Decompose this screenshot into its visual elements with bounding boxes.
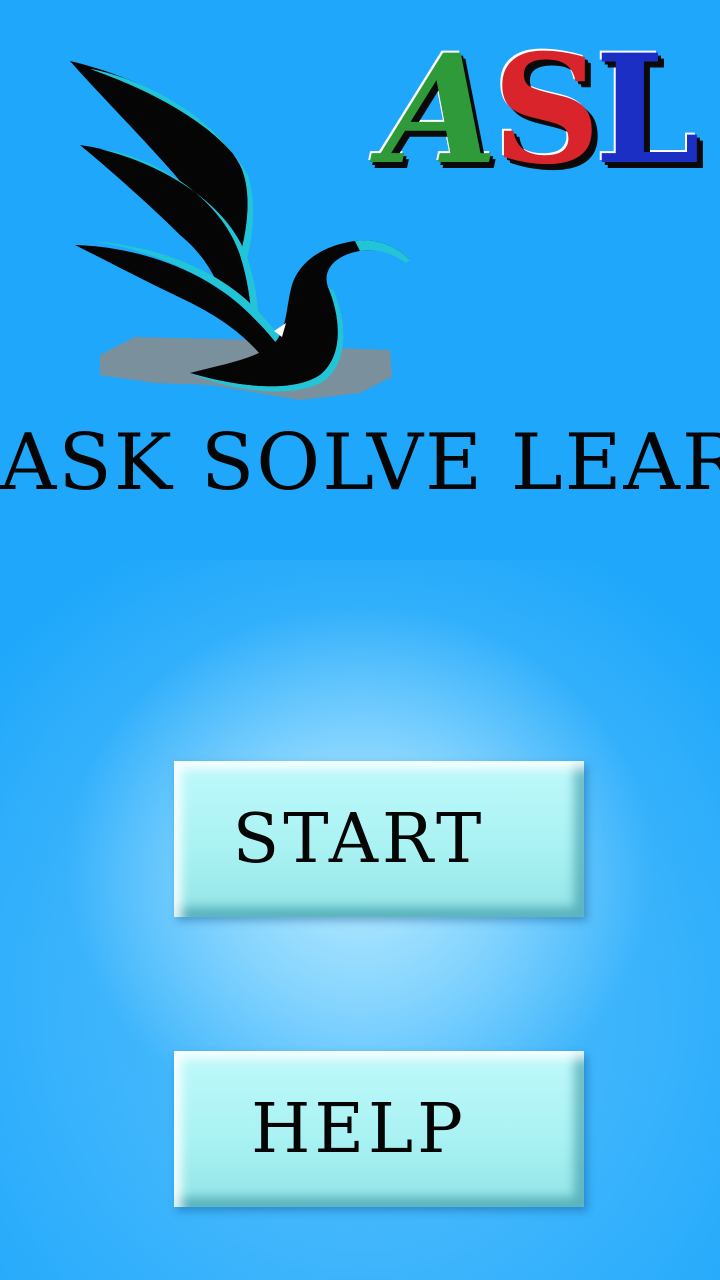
asl-letter-l: L	[594, 22, 700, 198]
home-screen: ASL ASK SOLVE LEARN START HELP	[0, 0, 720, 1280]
help-button-label: HELP	[251, 1089, 467, 1169]
start-button-label: START	[232, 799, 486, 879]
asl-letter-s: S	[492, 22, 600, 198]
brand-title: ASK SOLVE LEARN	[0, 418, 720, 508]
bird-icon	[70, 61, 410, 400]
asl-logo: ASL	[363, 22, 720, 198]
help-button[interactable]: HELP	[174, 1051, 584, 1207]
start-button[interactable]: START	[174, 761, 584, 917]
